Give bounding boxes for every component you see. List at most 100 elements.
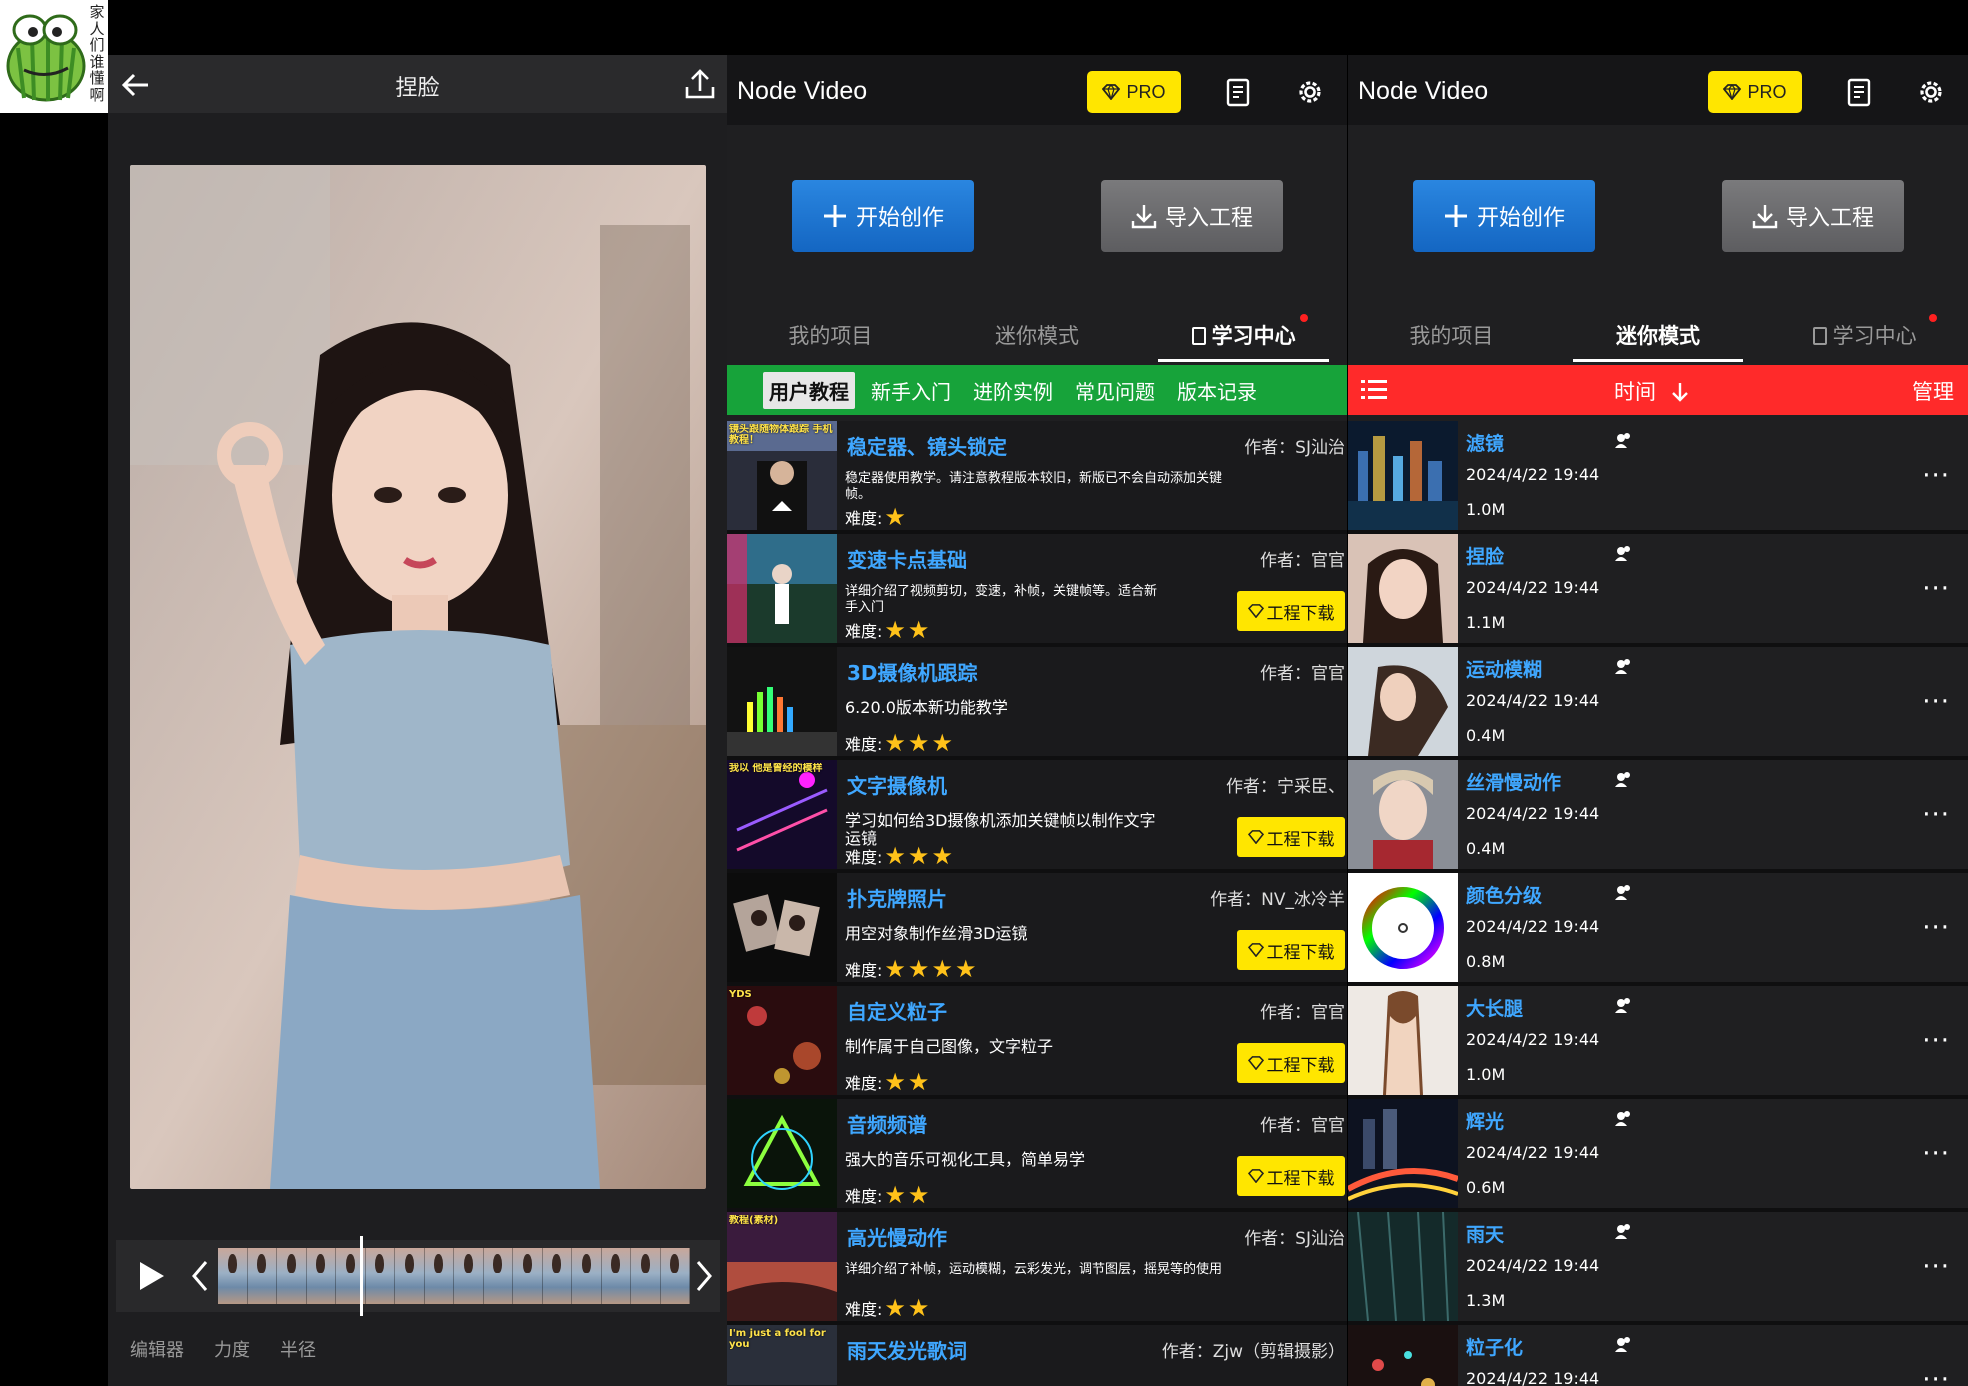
project-name[interactable]: 滤镜 [1466,429,1504,456]
tutorial-title[interactable]: 高光慢动作 [847,1222,947,1251]
tutorial-row[interactable]: 扑克牌照片 作者：NV_冰冷羊 用空对象制作丝滑3D运镜 难度: ★ ★ ★ ★ 工程下载 [727,873,1347,986]
tutorial-row[interactable]: 教程(素材) 高光慢动作 作者：SJ汕治 详细介绍了补帧，运动模糊，云彩发光，调节图层… [727,1212,1347,1325]
import-project-button[interactable]: 导入工程 [1722,180,1904,252]
mini-project-row[interactable]: 滤镜 2024/4/22 19:44 1.0M ··· [1348,421,1968,534]
pro-button[interactable]: PRO [1708,71,1802,113]
tab-learning-center[interactable]: 学习中心 [1761,300,1968,362]
tutorial-thumbnail[interactable]: I'm just a fool for you [727,1325,837,1386]
more-options-button[interactable]: ··· [1922,687,1950,717]
tutorial-thumbnail[interactable]: 教程(素材) [727,1212,837,1321]
mini-project-row[interactable]: 丝滑慢动作 2024/4/22 19:44 0.4M ··· [1348,760,1968,873]
tab-mini-mode[interactable]: 迷你模式 [1555,300,1762,362]
more-options-button[interactable]: ··· [1922,800,1950,830]
start-create-button[interactable]: 开始创作 [1413,180,1595,252]
project-name[interactable]: 雨天 [1466,1220,1504,1247]
start-create-button[interactable]: 开始创作 [792,180,974,252]
tutorial-thumbnail[interactable]: 镜头跟随物体跟踪 手机教程！ [727,421,837,530]
project-name[interactable]: 颜色分级 [1466,881,1542,908]
chevron-left-icon[interactable] [188,1258,212,1294]
subtab-beginner[interactable]: 新手入门 [865,372,957,409]
tutorial-thumbnail[interactable] [727,647,837,756]
project-thumbnail[interactable] [1348,647,1458,756]
tutorial-title[interactable]: 自定义粒子 [847,996,947,1025]
mini-project-row[interactable]: 运动模糊 2024/4/22 19:44 0.4M ··· [1348,647,1968,760]
mini-project-row[interactable]: 辉光 2024/4/22 19:44 0.6M ··· [1348,1099,1968,1212]
project-name[interactable]: 运动模糊 [1466,655,1542,682]
sort-by-time-button[interactable]: 时间 [1614,376,1691,406]
tool-editor[interactable]: 编辑器 [130,1336,184,1362]
tutorial-title[interactable]: 文字摄像机 [847,770,947,799]
export-upload-icon[interactable] [683,67,717,101]
project-download-button[interactable]: 工程下载 [1237,1156,1345,1196]
project-name[interactable]: 辉光 [1466,1107,1504,1134]
subtab-user-tutorial[interactable]: 用户教程 [763,371,855,409]
list-menu-icon[interactable] [1360,378,1388,402]
more-options-button[interactable]: ··· [1922,1026,1950,1056]
document-icon[interactable] [1225,77,1251,107]
project-download-button[interactable]: 工程下载 [1237,1043,1345,1083]
chevron-right-icon[interactable] [692,1258,716,1294]
video-preview[interactable] [130,165,706,1189]
mini-project-row[interactable]: 捏脸 2024/4/22 19:44 1.1M ··· [1348,534,1968,647]
mini-project-row[interactable]: 颜色分级 2024/4/22 19:44 0.8M ··· [1348,873,1968,986]
tutorial-thumbnail[interactable]: YDS [727,986,837,1095]
more-options-button[interactable]: ··· [1922,1365,1950,1386]
manage-button[interactable]: 管理 [1912,376,1954,406]
tutorial-title[interactable]: 变速卡点基础 [847,544,967,573]
tutorial-row[interactable]: 镜头跟随物体跟踪 手机教程！ 稳定器、镜头锁定 作者：SJ汕治 稳定器使用教学。请注意… [727,421,1347,534]
import-project-button[interactable]: 导入工程 [1101,180,1283,252]
project-thumbnail[interactable] [1348,421,1458,530]
project-thumbnail[interactable] [1348,986,1458,1095]
project-name[interactable]: 捏脸 [1466,542,1504,569]
tutorial-row[interactable]: 3D摄像机跟踪 作者：官官 6.20.0版本新功能教学 难度: ★ ★ ★ [727,647,1347,760]
tutorial-title[interactable]: 雨天发光歌词 [847,1335,967,1364]
play-icon[interactable] [134,1258,168,1294]
document-icon[interactable] [1846,77,1872,107]
gear-icon[interactable] [1295,77,1325,107]
subtab-faq[interactable]: 常见问题 [1069,372,1161,409]
project-name[interactable]: 大长腿 [1466,994,1523,1021]
more-options-button[interactable]: ··· [1922,574,1950,604]
subtab-changelog[interactable]: 版本记录 [1171,372,1263,409]
pro-button[interactable]: PRO [1087,71,1181,113]
tutorial-row[interactable]: 变速卡点基础 作者：官官 详细介绍了视频剪切，变速，补帧，关键帧等。适合新手入门 难度… [727,534,1347,647]
tutorial-title[interactable]: 3D摄像机跟踪 [847,657,978,686]
more-options-button[interactable]: ··· [1922,461,1950,491]
subtab-advanced[interactable]: 进阶实例 [967,372,1059,409]
tutorial-title[interactable]: 音频频谱 [847,1109,927,1138]
project-thumbnail[interactable] [1348,1212,1458,1321]
tutorial-row[interactable]: 音频频谱 作者：官官 强大的音乐可视化工具，简单易学 难度: ★ ★ 工程下载 [727,1099,1347,1212]
project-name[interactable]: 粒子化 [1466,1333,1523,1360]
tutorial-thumbnail[interactable] [727,873,837,982]
tab-my-projects[interactable]: 我的项目 [1348,300,1555,362]
mini-project-row[interactable]: 粒子化 2024/4/22 19:44 ··· [1348,1325,1968,1386]
project-thumbnail[interactable] [1348,1325,1458,1386]
tutorial-row[interactable]: YDS 自定义粒子 作者：官官 制作属于自己图像，文字粒子 难度: ★ ★ 工程下载 [727,986,1347,1099]
timeline-playhead[interactable] [360,1236,363,1316]
project-download-button[interactable]: 工程下载 [1237,817,1345,857]
tool-strength[interactable]: 力度 [214,1336,250,1362]
project-thumbnail[interactable] [1348,760,1458,869]
project-name[interactable]: 丝滑慢动作 [1466,768,1561,795]
project-download-button[interactable]: 工程下载 [1237,591,1345,631]
mini-project-row[interactable]: 大长腿 2024/4/22 19:44 1.0M ··· [1348,986,1968,1099]
more-options-button[interactable]: ··· [1922,1139,1950,1169]
more-options-button[interactable]: ··· [1922,1252,1950,1282]
project-thumbnail[interactable] [1348,1099,1458,1208]
tutorial-thumbnail[interactable] [727,1099,837,1208]
tab-learning-center[interactable]: 学习中心 [1140,300,1347,362]
timeline-filmstrip[interactable] [218,1248,690,1304]
tutorial-thumbnail[interactable] [727,534,837,643]
tutorial-row[interactable]: I'm just a fool for you 雨天发光歌词 作者：Zjw（剪辑摄影… [727,1325,1347,1386]
project-thumbnail[interactable] [1348,534,1458,643]
tool-radius[interactable]: 半径 [280,1336,316,1362]
tutorial-thumbnail[interactable]: 我以 他是曾经的模样 [727,760,837,869]
tab-my-projects[interactable]: 我的项目 [727,300,934,362]
tutorial-title[interactable]: 扑克牌照片 [847,883,947,912]
mini-project-row[interactable]: 雨天 2024/4/22 19:44 1.3M ··· [1348,1212,1968,1325]
more-options-button[interactable]: ··· [1922,913,1950,943]
tutorial-title[interactable]: 稳定器、镜头锁定 [847,431,1007,460]
tutorial-row[interactable]: 我以 他是曾经的模样 文字摄像机 作者：宁采臣、 学习如何给3D摄像机添加关键帧以制作… [727,760,1347,873]
gear-icon[interactable] [1916,77,1946,107]
tab-mini-mode[interactable]: 迷你模式 [934,300,1141,362]
